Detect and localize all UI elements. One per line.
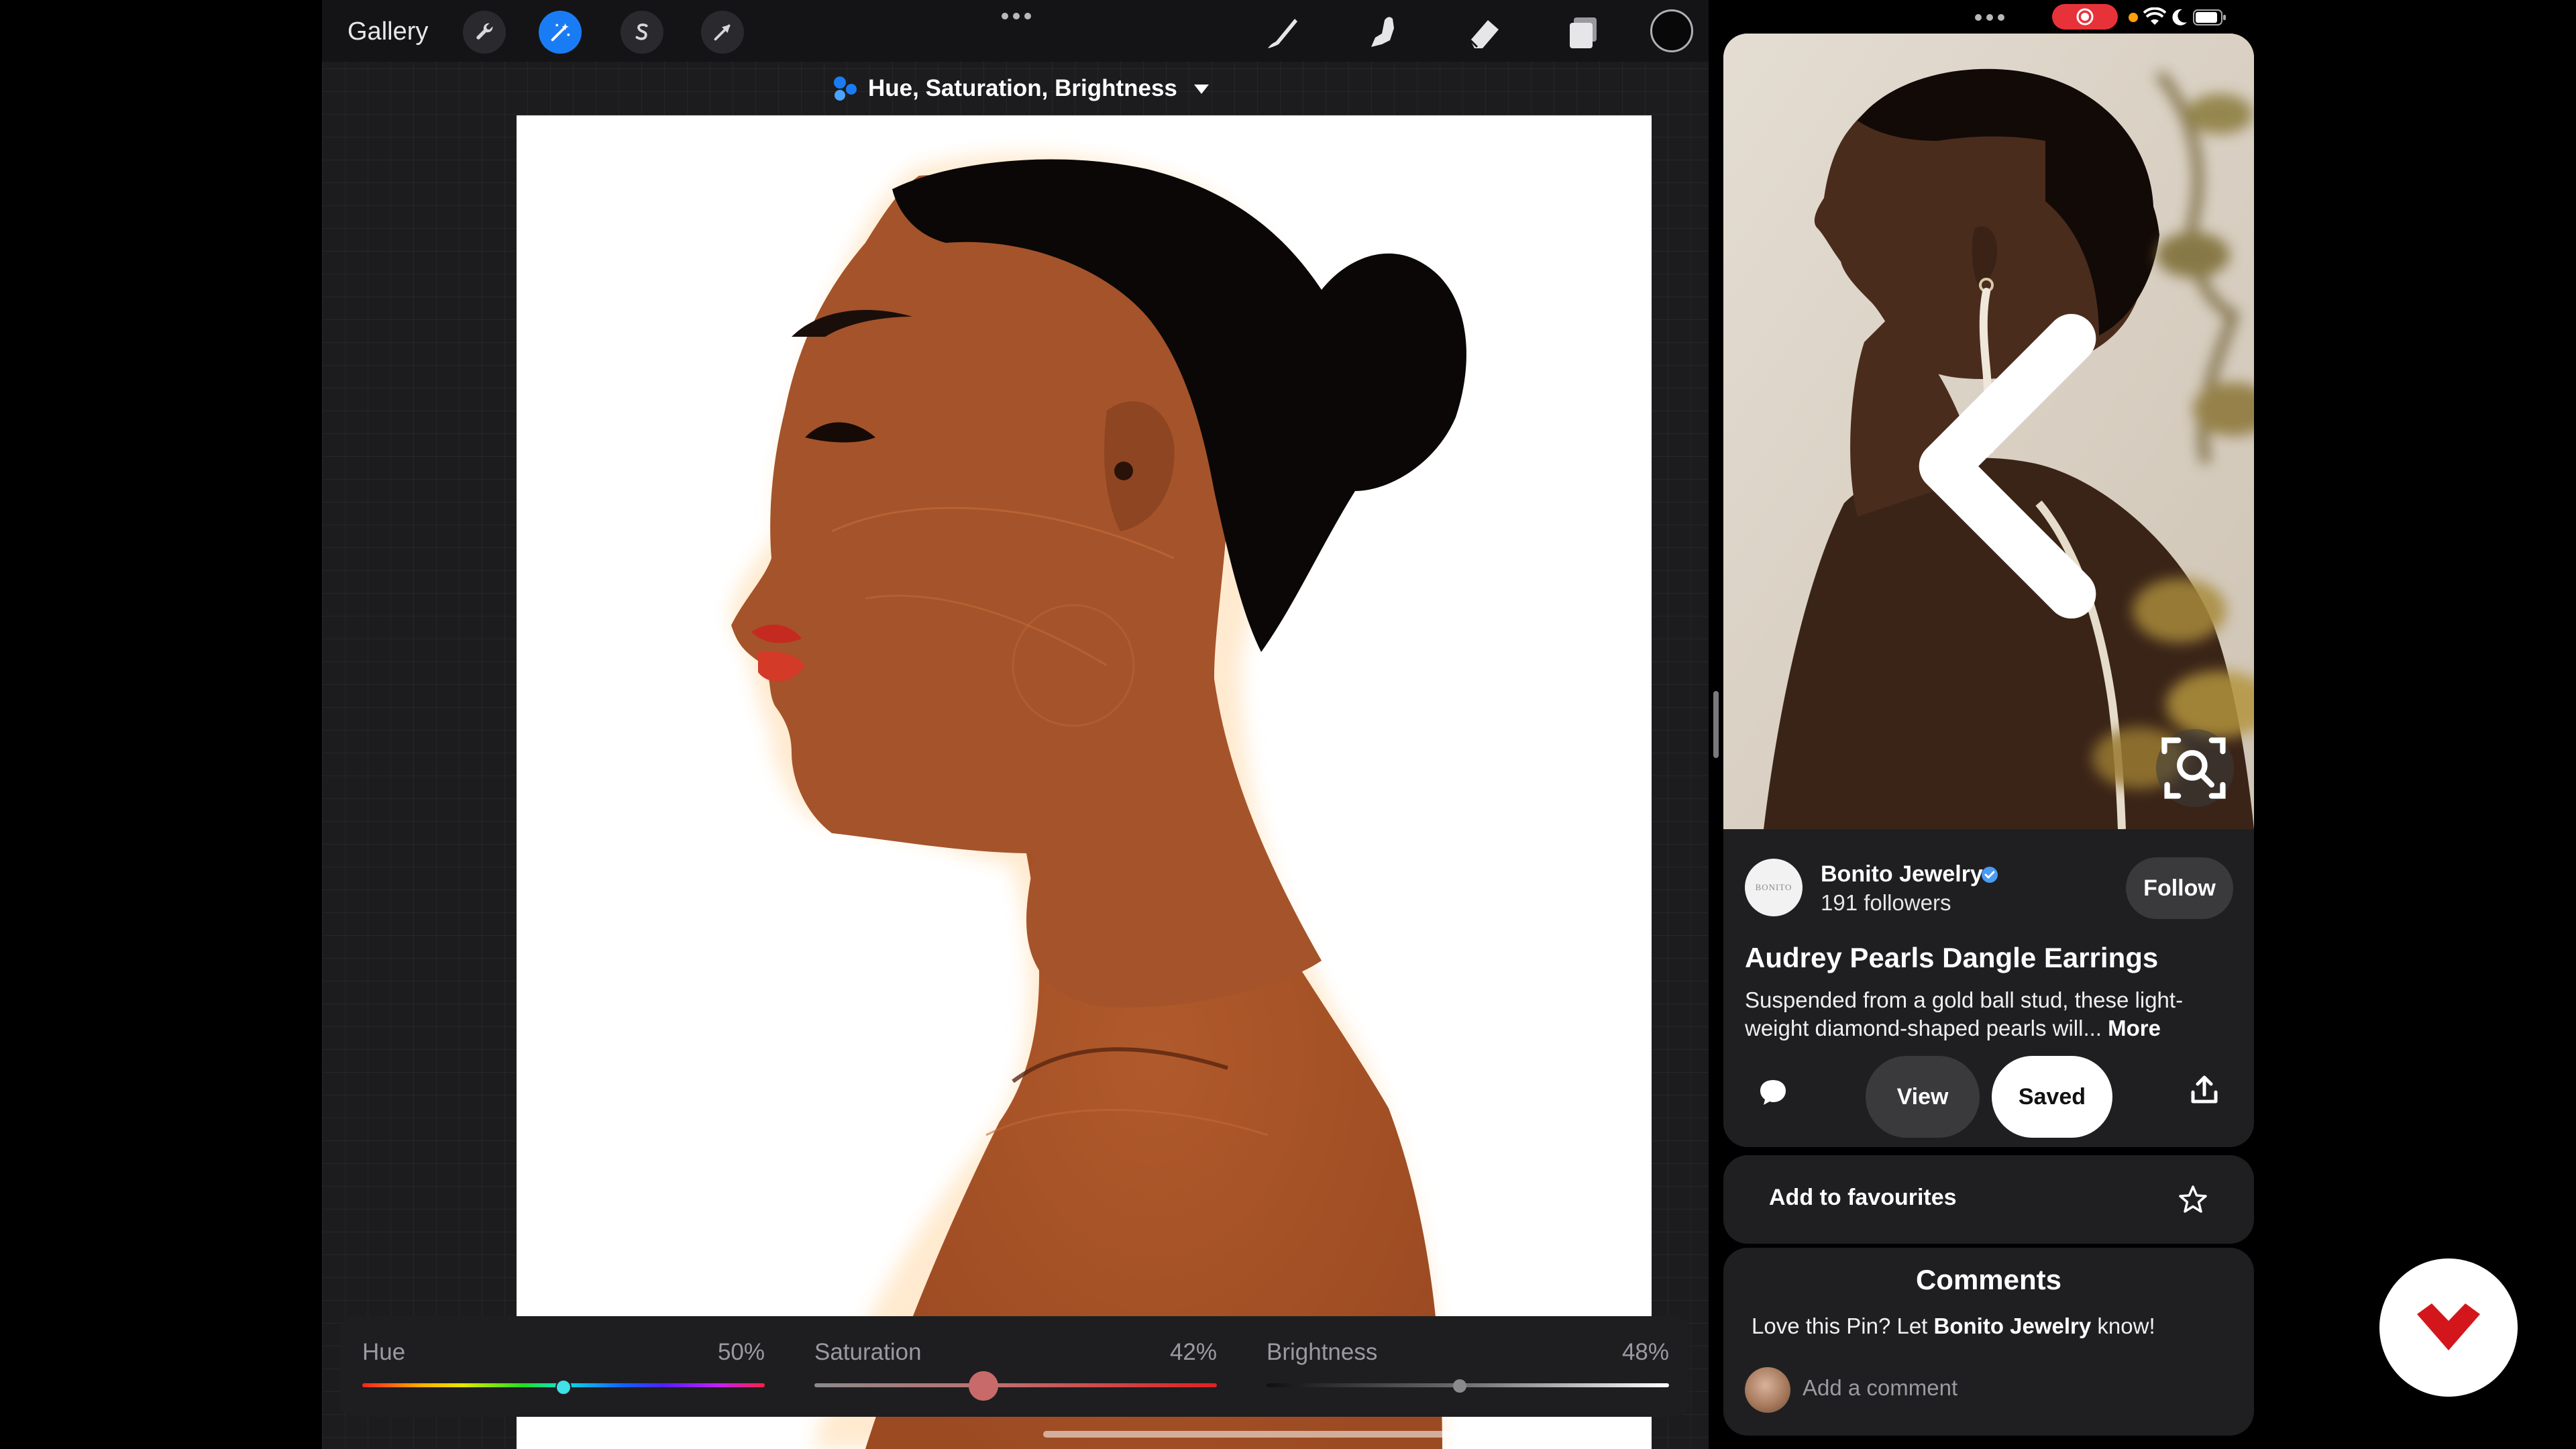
saturation-slider[interactable]: [814, 1383, 1217, 1387]
pin-title: Audrey Pearls Dangle Earrings: [1745, 942, 2159, 973]
brightness-slider[interactable]: [1267, 1383, 1669, 1387]
record-icon: [2076, 8, 2094, 25]
portrait-illustration: [731, 154, 1466, 1449]
add-to-favourites-row[interactable]: Add to favourites: [1723, 1155, 2254, 1244]
wrench-icon[interactable]: [463, 11, 506, 54]
creator-avatar[interactable]: BONITO: [1745, 859, 1803, 916]
star-icon[interactable]: [2177, 1183, 2209, 1216]
brightness-label: Brightness: [1267, 1339, 1378, 1365]
status-bar: [1723, 0, 2254, 35]
follow-button[interactable]: Follow: [2126, 857, 2233, 919]
home-indicator[interactable]: [1043, 1431, 1459, 1438]
smudge-icon[interactable]: [1362, 11, 1405, 54]
saved-button[interactable]: Saved: [1992, 1056, 2112, 1138]
split-view-handle[interactable]: [1713, 691, 1719, 758]
moon-icon: [2172, 9, 2187, 25]
more-link[interactable]: More: [2108, 1016, 2161, 1040]
brightness-value: 48%: [1621, 1339, 1669, 1365]
hue-slider-group: Hue 50%: [362, 1316, 765, 1417]
transform-arrow-icon[interactable]: [701, 11, 744, 54]
comment-prompt: Love this Pin? Let Bonito Jewelry know!: [1752, 1313, 2155, 1339]
comment-bubble-icon[interactable]: [1757, 1076, 1789, 1108]
brush-icon[interactable]: [1261, 11, 1304, 54]
eraser-icon[interactable]: [1462, 11, 1505, 54]
pin-description: Suspended from a gold ball stud, these l…: [1745, 986, 2235, 1042]
status-icons: [2127, 4, 2226, 31]
saturation-label: Saturation: [814, 1339, 922, 1365]
logo-icon: [2417, 1303, 2480, 1350]
multitasking-dots-icon[interactable]: [1973, 12, 2006, 23]
more-options-icon[interactable]: [1000, 9, 1033, 23]
adjustment-mode-selector[interactable]: Hue, Saturation, Brightness: [832, 71, 1211, 106]
avatar-logo-text: BONITO: [1755, 882, 1792, 892]
visual-search-button[interactable]: [2156, 729, 2234, 807]
battery-icon: [2193, 9, 2226, 25]
adjustments-magic-icon[interactable]: [539, 11, 582, 54]
view-button[interactable]: View: [1866, 1056, 1980, 1138]
saturation-slider-knob[interactable]: [969, 1371, 998, 1401]
comments-title: Comments: [1915, 1264, 2062, 1295]
comment-prompt-suffix: know!: [2091, 1313, 2155, 1338]
pin-details: BONITO Bonito Jewelry 191 followers Foll…: [1723, 829, 2254, 1147]
comment-prompt-creator[interactable]: Bonito Jewelry: [1934, 1313, 2092, 1338]
add-comment-input[interactable]: Add a comment: [1803, 1375, 1957, 1401]
gallery-button[interactable]: Gallery: [347, 15, 428, 48]
hsb-slider-panel: Hue 50% Saturation 42% Brightness 48%: [339, 1316, 1689, 1417]
procreate-toolbar: Gallery: [322, 0, 1709, 62]
creator-name[interactable]: Bonito Jewelry: [1821, 861, 1983, 888]
procreate-app: Gallery Hue, Saturation, Brightness Hue …: [322, 0, 1709, 1449]
mic-indicator-icon: [2129, 13, 2138, 22]
screen-recording-indicator[interactable]: [2052, 4, 2118, 30]
hue-label: Hue: [362, 1339, 406, 1365]
caret-down-icon: [1193, 85, 1209, 94]
channel-logo-badge: [2379, 1258, 2518, 1397]
hue-slider-knob[interactable]: [555, 1379, 572, 1395]
pin-image[interactable]: [1723, 34, 2254, 829]
hue-value: 50%: [717, 1339, 765, 1365]
saturation-slider-group: Saturation 42%: [814, 1316, 1217, 1417]
comments-section: Comments Love this Pin? Let Bonito Jewel…: [1723, 1248, 2254, 1436]
wifi-icon: [2143, 7, 2166, 25]
layers-icon[interactable]: [1562, 11, 1605, 54]
selection-s-icon[interactable]: [621, 11, 663, 54]
share-icon[interactable]: [2188, 1073, 2221, 1107]
drawing-canvas[interactable]: [517, 115, 1652, 1449]
verified-badge-icon: [1982, 867, 1998, 883]
user-avatar: [1745, 1367, 1790, 1413]
adjustment-title: Hue, Saturation, Brightness: [868, 75, 1177, 101]
saturation-value: 42%: [1169, 1339, 1217, 1365]
color-swatch-button[interactable]: [1650, 9, 1693, 52]
favourites-label: Add to favourites: [1769, 1185, 1957, 1210]
brightness-slider-group: Brightness 48%: [1267, 1316, 1669, 1417]
comment-prompt-prefix: Love this Pin? Let: [1752, 1313, 1934, 1338]
brightness-slider-knob[interactable]: [1453, 1379, 1466, 1393]
pinterest-app: BONITO Bonito Jewelry 191 followers Foll…: [1723, 0, 2254, 1449]
follower-count: 191 followers: [1821, 890, 1951, 915]
lens-search-icon: [2161, 737, 2226, 799]
hsb-dots-icon: [834, 76, 857, 101]
